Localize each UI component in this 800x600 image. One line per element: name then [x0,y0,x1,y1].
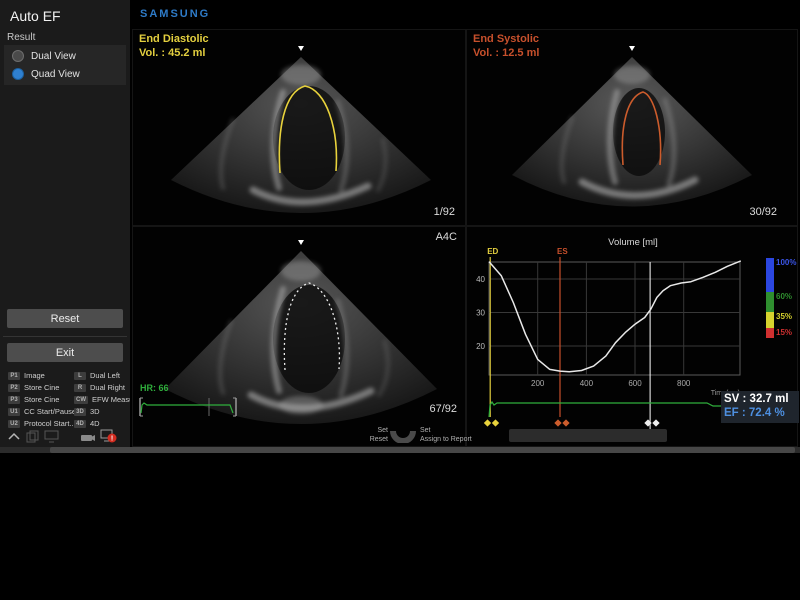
collapse-chevron-icon[interactable] [8,432,20,440]
grid-lines [489,262,740,375]
x-tick: 600 [628,379,642,388]
ed-frame-counter: 1/92 [434,206,455,218]
fkey-badge: U1 [8,408,20,416]
hint-line: Assign to Report [420,436,472,445]
divider [3,336,127,337]
stroke-volume-value: SV : 32.7 ml [724,392,796,406]
fkey-badge: U2 [8,420,20,428]
es-frame-counter: 30/92 [749,206,777,218]
alert-badge-count: ! [111,436,113,443]
ef-scale-label: 35% [776,312,792,321]
y-tick: 20 [476,342,485,351]
fkey-badge: 4D [74,420,86,428]
ecg-strip [137,395,247,421]
ef-scale-label: 60% [776,292,792,301]
trackball-hint-set-reset: Set Reset [330,427,388,444]
fkey-badge: L [74,372,86,380]
fkey-row: P3 Store Cine [8,394,59,405]
hint-line: Set [330,427,388,436]
results-badge: SV : 32.7 ml EF : 72.4 % [721,391,799,423]
fkey-label: Dual Left [90,371,120,380]
notification-icon[interactable]: ! [100,429,117,443]
fkey-row: 3D 3D [74,406,100,417]
fkey-label: Store Cine [24,395,59,404]
radio-quad-view-label: Quad View [31,69,80,80]
ecg-trace [141,403,233,413]
fkey-row: P2 Store Cine [8,382,59,393]
fkey-row: P1 Image [8,370,45,381]
fkey-label: 3D [90,407,100,416]
fkey-badge: CW [74,396,88,404]
copy-pages-icon[interactable] [26,430,39,443]
y-tick: 40 [476,275,485,284]
hint-line: Set [420,427,472,436]
quadrant-end-diastolic[interactable]: End Diastolic Vol. : 45.2 ml 1/92 [132,29,466,226]
ed-volume: Vol. : 45.2 ml [139,47,205,59]
ejection-fraction-value: EF : 72.4 % [724,406,796,420]
apex-marker-icon [298,46,304,51]
ed-marker-label: ED [487,247,498,256]
heart-rate-label: HR: 66 [140,383,169,393]
ef-scale-label: 100% [776,258,796,267]
ed-title: End Diastolic [139,33,209,45]
trackball-icon [390,429,416,443]
view-mode-group: Dual View Quad View [4,45,126,85]
fkey-label: Protocol Start... [24,419,76,428]
sidebar: Auto EF Result Dual View Quad View Reset… [0,0,130,447]
radio-unselected-icon [12,50,24,62]
reset-button[interactable]: Reset [7,309,123,328]
exit-button[interactable]: Exit [7,343,123,362]
panel-title: Auto EF [10,8,61,24]
x-tick: 400 [580,379,594,388]
fkey-label: CC Start/Pause [24,407,76,416]
fkey-row: L Dual Left [74,370,120,381]
bottom-scrollbar-track [0,447,800,453]
x-tick: 200 [531,379,545,388]
frame-marker-diamonds [484,419,660,426]
fkey-badge: P1 [8,372,20,380]
fkey-row: U1 CC Start/Pause [8,406,76,417]
quadrant-volume-chart: Volume [ml] 40 30 20 200 400 6 [466,226,798,447]
x-tick: 800 [677,379,691,388]
fkey-badge: P3 [8,396,20,404]
quadrant-end-systolic[interactable]: End Systolic Vol. : 12.5 ml 30/92 [466,29,798,226]
ultrasound-image-end-systolic [467,30,797,225]
chart-title: Volume [ml] [608,237,658,248]
sidebar-toolbar: ADVR ! [0,428,130,447]
ef-color-scale: 100% 60% 35% 15% [766,258,796,338]
fkey-label: Image [24,371,45,380]
y-tick: 30 [476,309,485,318]
volume-curve [489,261,741,372]
view-label-a4c: A4C [436,231,457,243]
radio-dual-view-label: Dual View [31,51,76,62]
bottom-scrollbar-thumb[interactable] [50,447,795,453]
fkey-label: 4D [90,419,100,428]
result-section-label: Result [7,32,35,43]
ef-scale-label: 15% [776,328,792,337]
apex-marker-icon [629,46,635,51]
fkey-badge: 3D [74,408,86,416]
samsung-logo: SAMSUNG [140,8,210,20]
ultrasound-image-end-diastolic [133,30,465,225]
fkey-badge: R [74,384,86,392]
fkey-label: Store Cine [24,383,59,392]
radio-quad-view[interactable]: Quad View [12,67,80,81]
fkey-row: R Dual Right [74,382,125,393]
apex-marker-icon [298,240,304,245]
chart-ecg-trace [489,402,730,417]
es-marker-label: ES [557,247,568,256]
a4c-frame-counter: 67/92 [429,403,457,415]
fkey-badge: P2 [8,384,20,392]
main-area: SAMSUNG [130,0,800,447]
display-icon[interactable] [44,430,59,443]
trackball-hint-assign: Set Assign to Report [420,427,472,444]
es-volume: Vol. : 12.5 ml [473,47,539,59]
fkey-label: Dual Right [90,383,125,392]
cine-progress-bar[interactable] [509,429,667,442]
radio-selected-icon [12,68,24,80]
hint-line: Reset [330,436,388,445]
es-title: End Systolic [473,33,539,45]
quadrant-a4c[interactable]: A4C HR: 66 67/92 [132,226,466,447]
radio-dual-view[interactable]: Dual View [12,49,76,63]
